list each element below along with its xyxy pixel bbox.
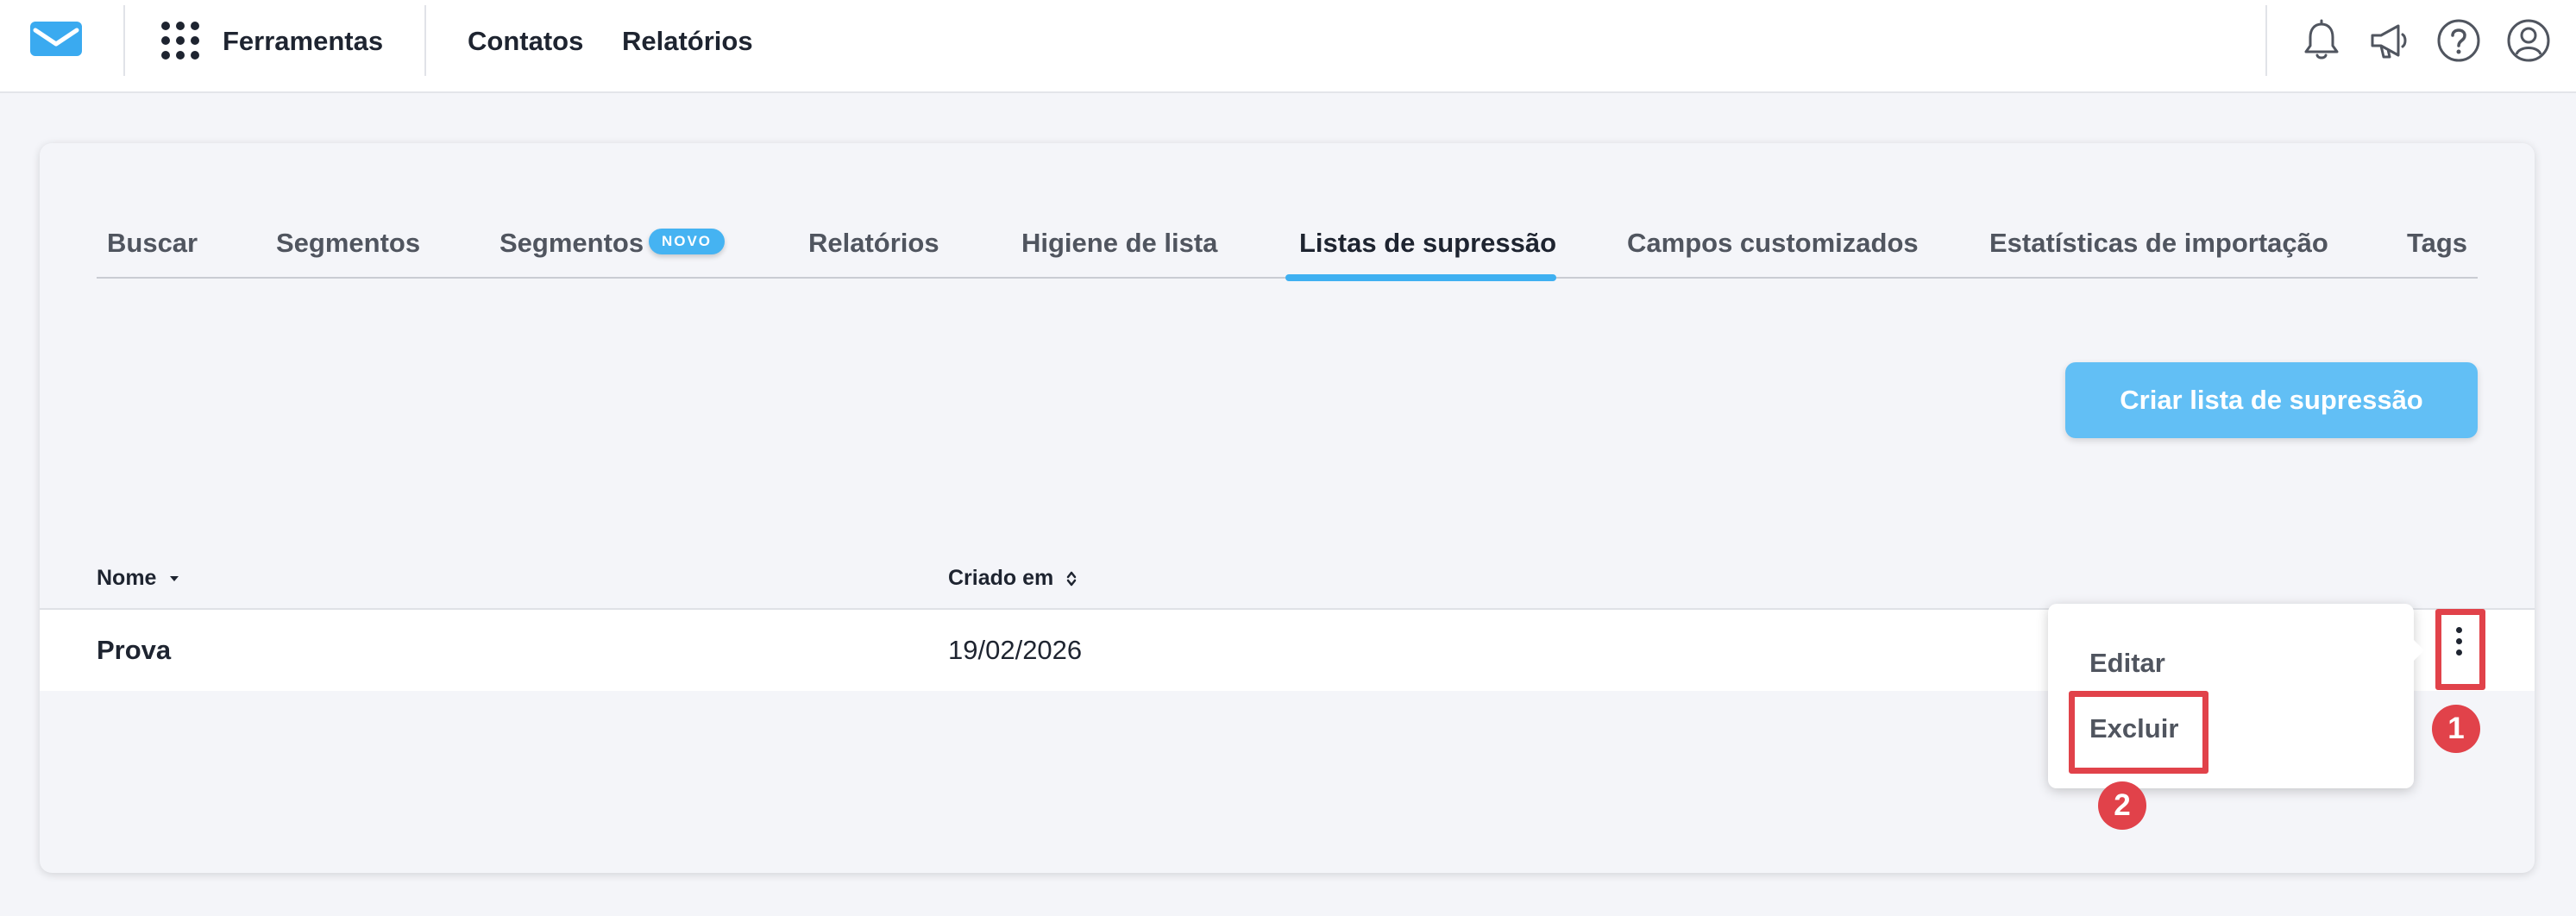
sort-icon <box>1066 572 1077 587</box>
user-icon[interactable] <box>2505 17 2552 64</box>
divider <box>123 5 125 76</box>
highlight-box-excluir <box>2069 691 2208 774</box>
help-icon[interactable] <box>2435 17 2482 64</box>
divider <box>424 5 426 76</box>
tab-segmentos[interactable]: Segmentos <box>276 226 420 260</box>
row-created-date: 19/02/2026 <box>948 635 1083 665</box>
tab-relatorios[interactable]: Relatórios <box>808 226 939 260</box>
tab-listas-de-supressao[interactable]: Listas de supressão <box>1299 226 1556 260</box>
nav-link-relatorios[interactable]: Relatórios <box>622 24 753 59</box>
envelope-logo-icon[interactable] <box>29 21 83 57</box>
tab-campos-customizados[interactable]: Campos customizados <box>1627 226 1919 260</box>
megaphone-icon[interactable] <box>2366 17 2412 64</box>
menu-pointer <box>2410 637 2424 664</box>
tab-buscar[interactable]: Buscar <box>107 226 198 260</box>
nav-link-contatos[interactable]: Contatos <box>468 24 583 59</box>
menu-item-editar[interactable]: Editar <box>2089 646 2165 681</box>
create-suppression-list-button[interactable]: Criar lista de supressão <box>2065 362 2478 438</box>
tab-tags[interactable]: Tags <box>2407 226 2467 260</box>
bell-icon[interactable] <box>2298 17 2345 64</box>
active-tab-indicator <box>1285 274 1556 281</box>
column-header-nome[interactable]: Nome <box>97 564 179 592</box>
column-header-label: Criado em <box>948 566 1054 590</box>
column-header-criado-em[interactable]: Criado em <box>948 564 1077 592</box>
new-badge: NOVO <box>649 229 725 254</box>
row-name: Prova <box>97 635 172 665</box>
highlight-box-kebab <box>2435 609 2485 690</box>
top-navigation-bar: Ferramentas Contatos Relatórios <box>0 0 2576 93</box>
tab-estatisticas-de-importacao[interactable]: Estatísticas de importação <box>1989 226 2328 260</box>
step-badge-1: 1 <box>2432 705 2480 753</box>
tab-segmentos-novo[interactable]: Segmentos <box>499 226 644 260</box>
apps-grid-icon[interactable] <box>160 21 200 60</box>
column-header-label: Nome <box>97 566 157 590</box>
tab-higiene-de-lista[interactable]: Higiene de lista <box>1021 226 1217 260</box>
sort-descending-icon <box>170 576 179 582</box>
step-badge-2: 2 <box>2098 781 2146 830</box>
tools-menu-label[interactable]: Ferramentas <box>223 24 383 59</box>
divider <box>2265 5 2267 76</box>
